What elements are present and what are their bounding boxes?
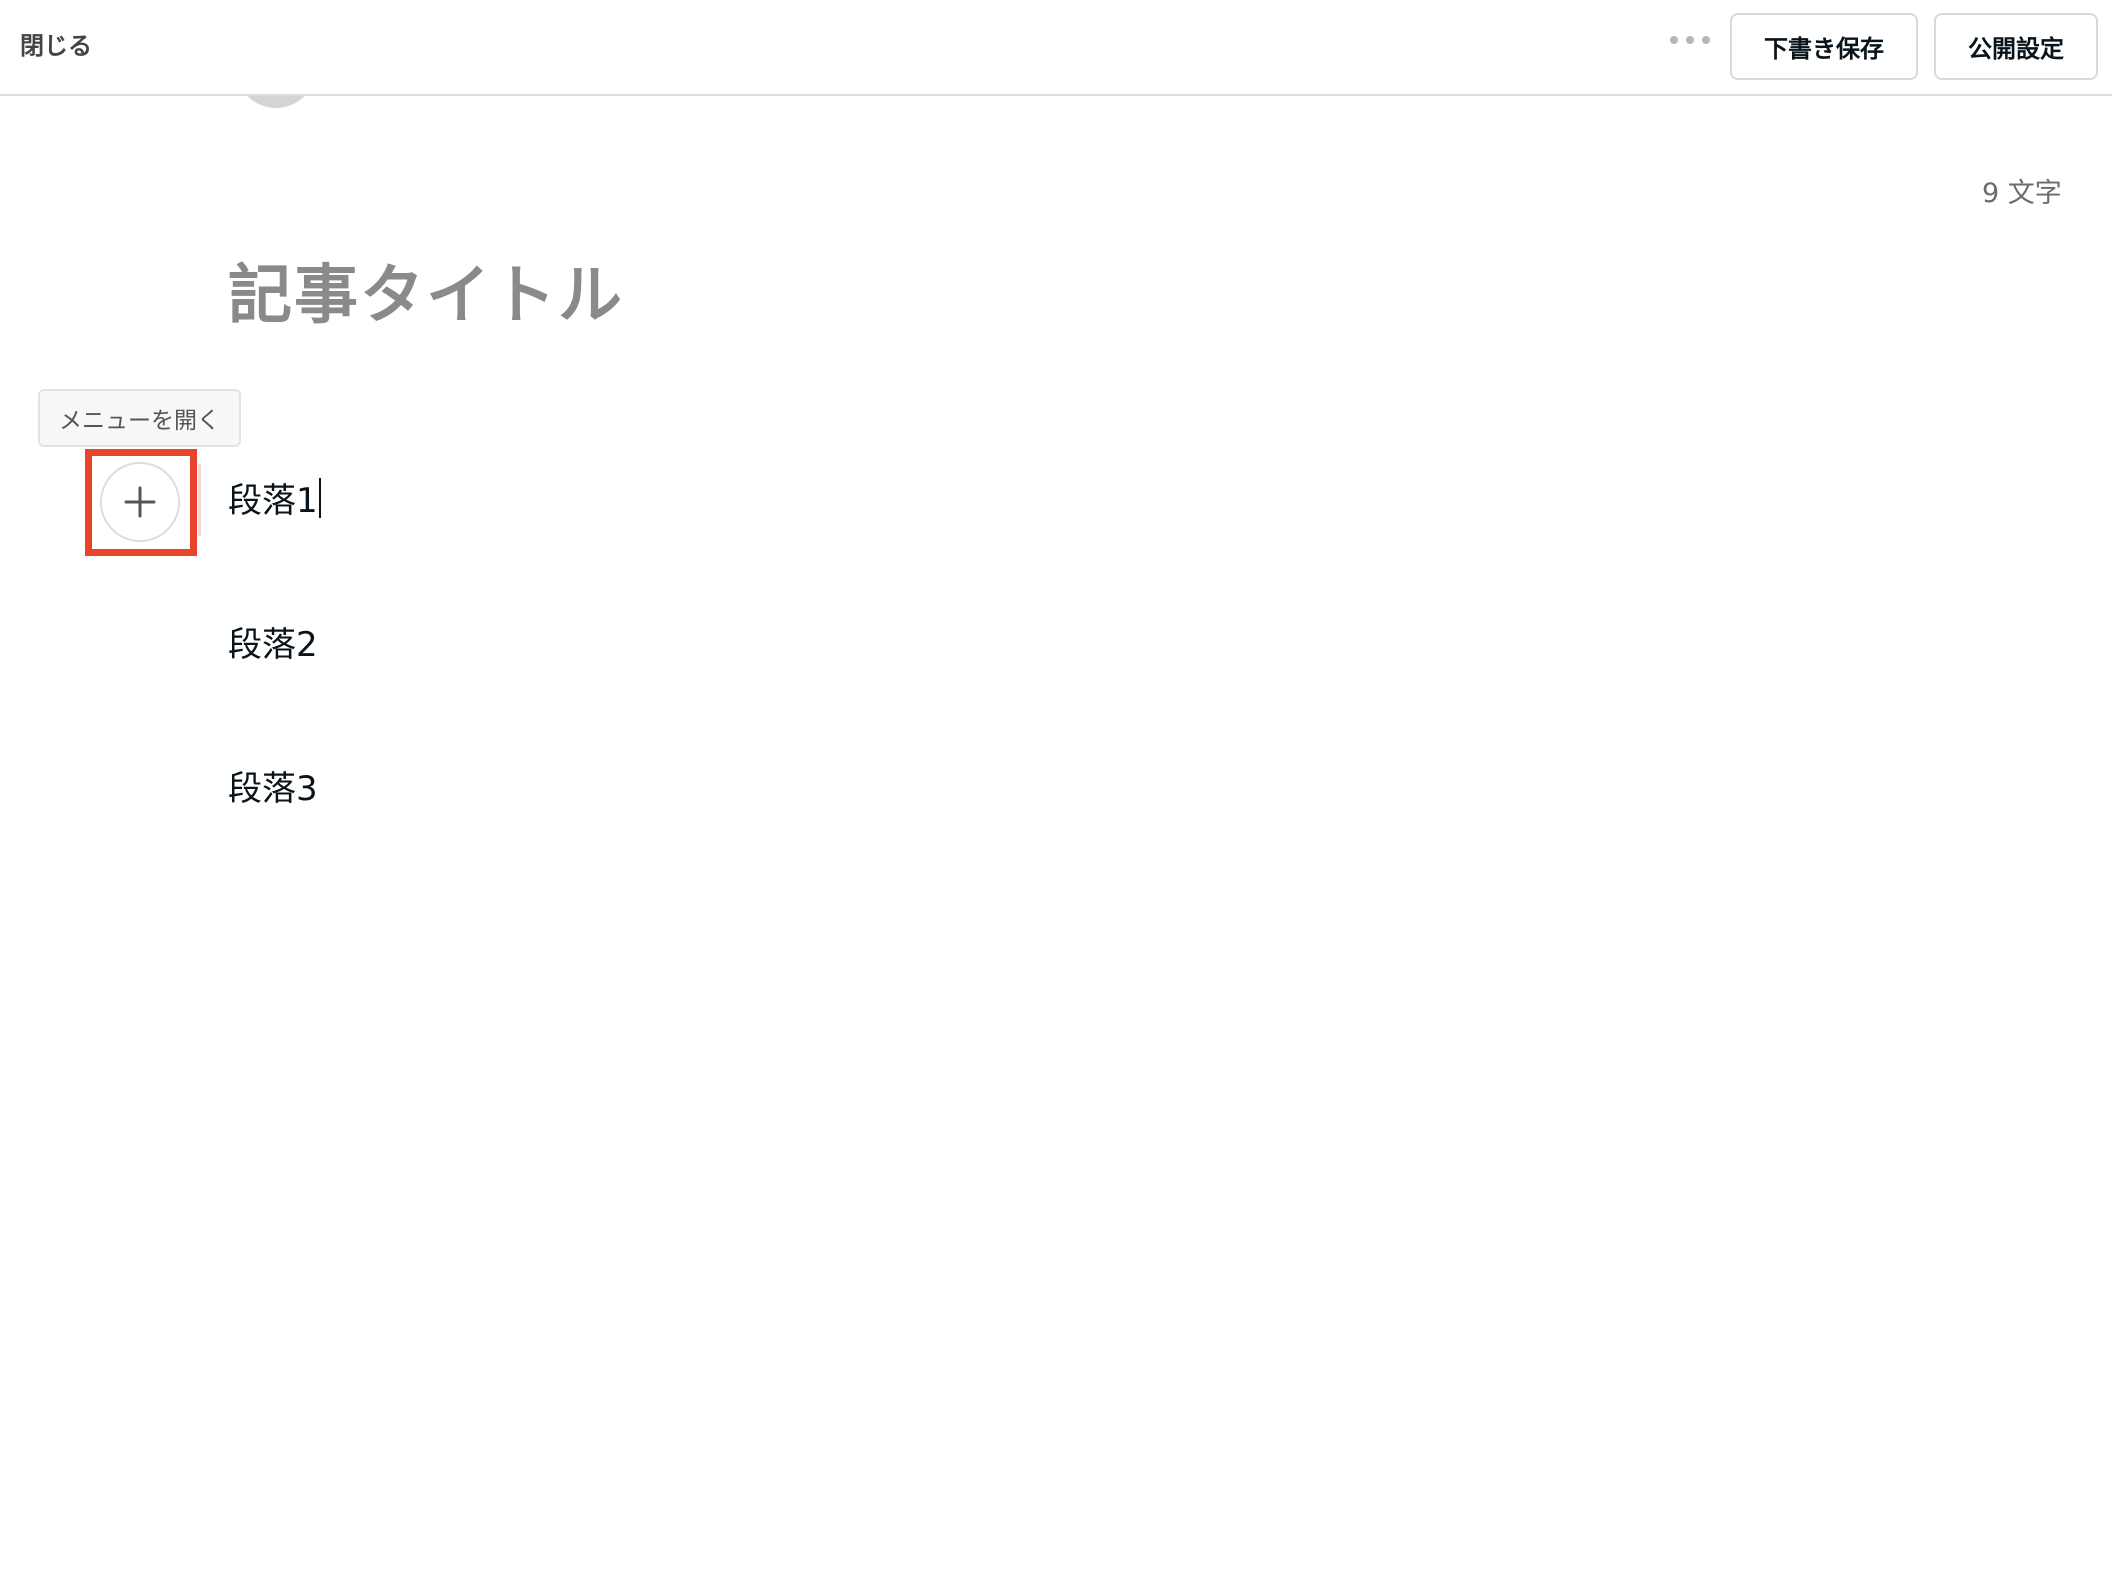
paragraph-text: 段落3 [228, 769, 318, 809]
text-cursor [318, 478, 321, 518]
paragraph-block[interactable]: 段落2 [228, 621, 318, 669]
editor-header: 閉じる 下書き保存 公開設定 [0, 0, 2112, 96]
dot [1686, 36, 1694, 44]
close-button[interactable]: 閉じる [20, 28, 92, 64]
paragraph-block[interactable]: 段落3 [228, 765, 318, 813]
paragraph-text: 段落1 [228, 481, 318, 521]
open-menu-tooltip: メニューを開く [38, 389, 241, 447]
more-options-icon[interactable] [1670, 22, 1710, 58]
add-block-button[interactable] [100, 462, 180, 542]
dot [1670, 36, 1678, 44]
block-indicator [198, 464, 201, 536]
plus-icon [124, 486, 156, 518]
article-title-input[interactable]: 記事タイトル [228, 252, 624, 340]
dot [1702, 36, 1710, 44]
save-draft-button[interactable]: 下書き保存 [1730, 13, 1918, 80]
paragraph-text: 段落2 [228, 625, 318, 665]
character-count: 9 文字 [1982, 178, 2062, 209]
paragraph-block[interactable]: 段落1 [228, 477, 321, 525]
publish-settings-button[interactable]: 公開設定 [1934, 13, 2098, 80]
